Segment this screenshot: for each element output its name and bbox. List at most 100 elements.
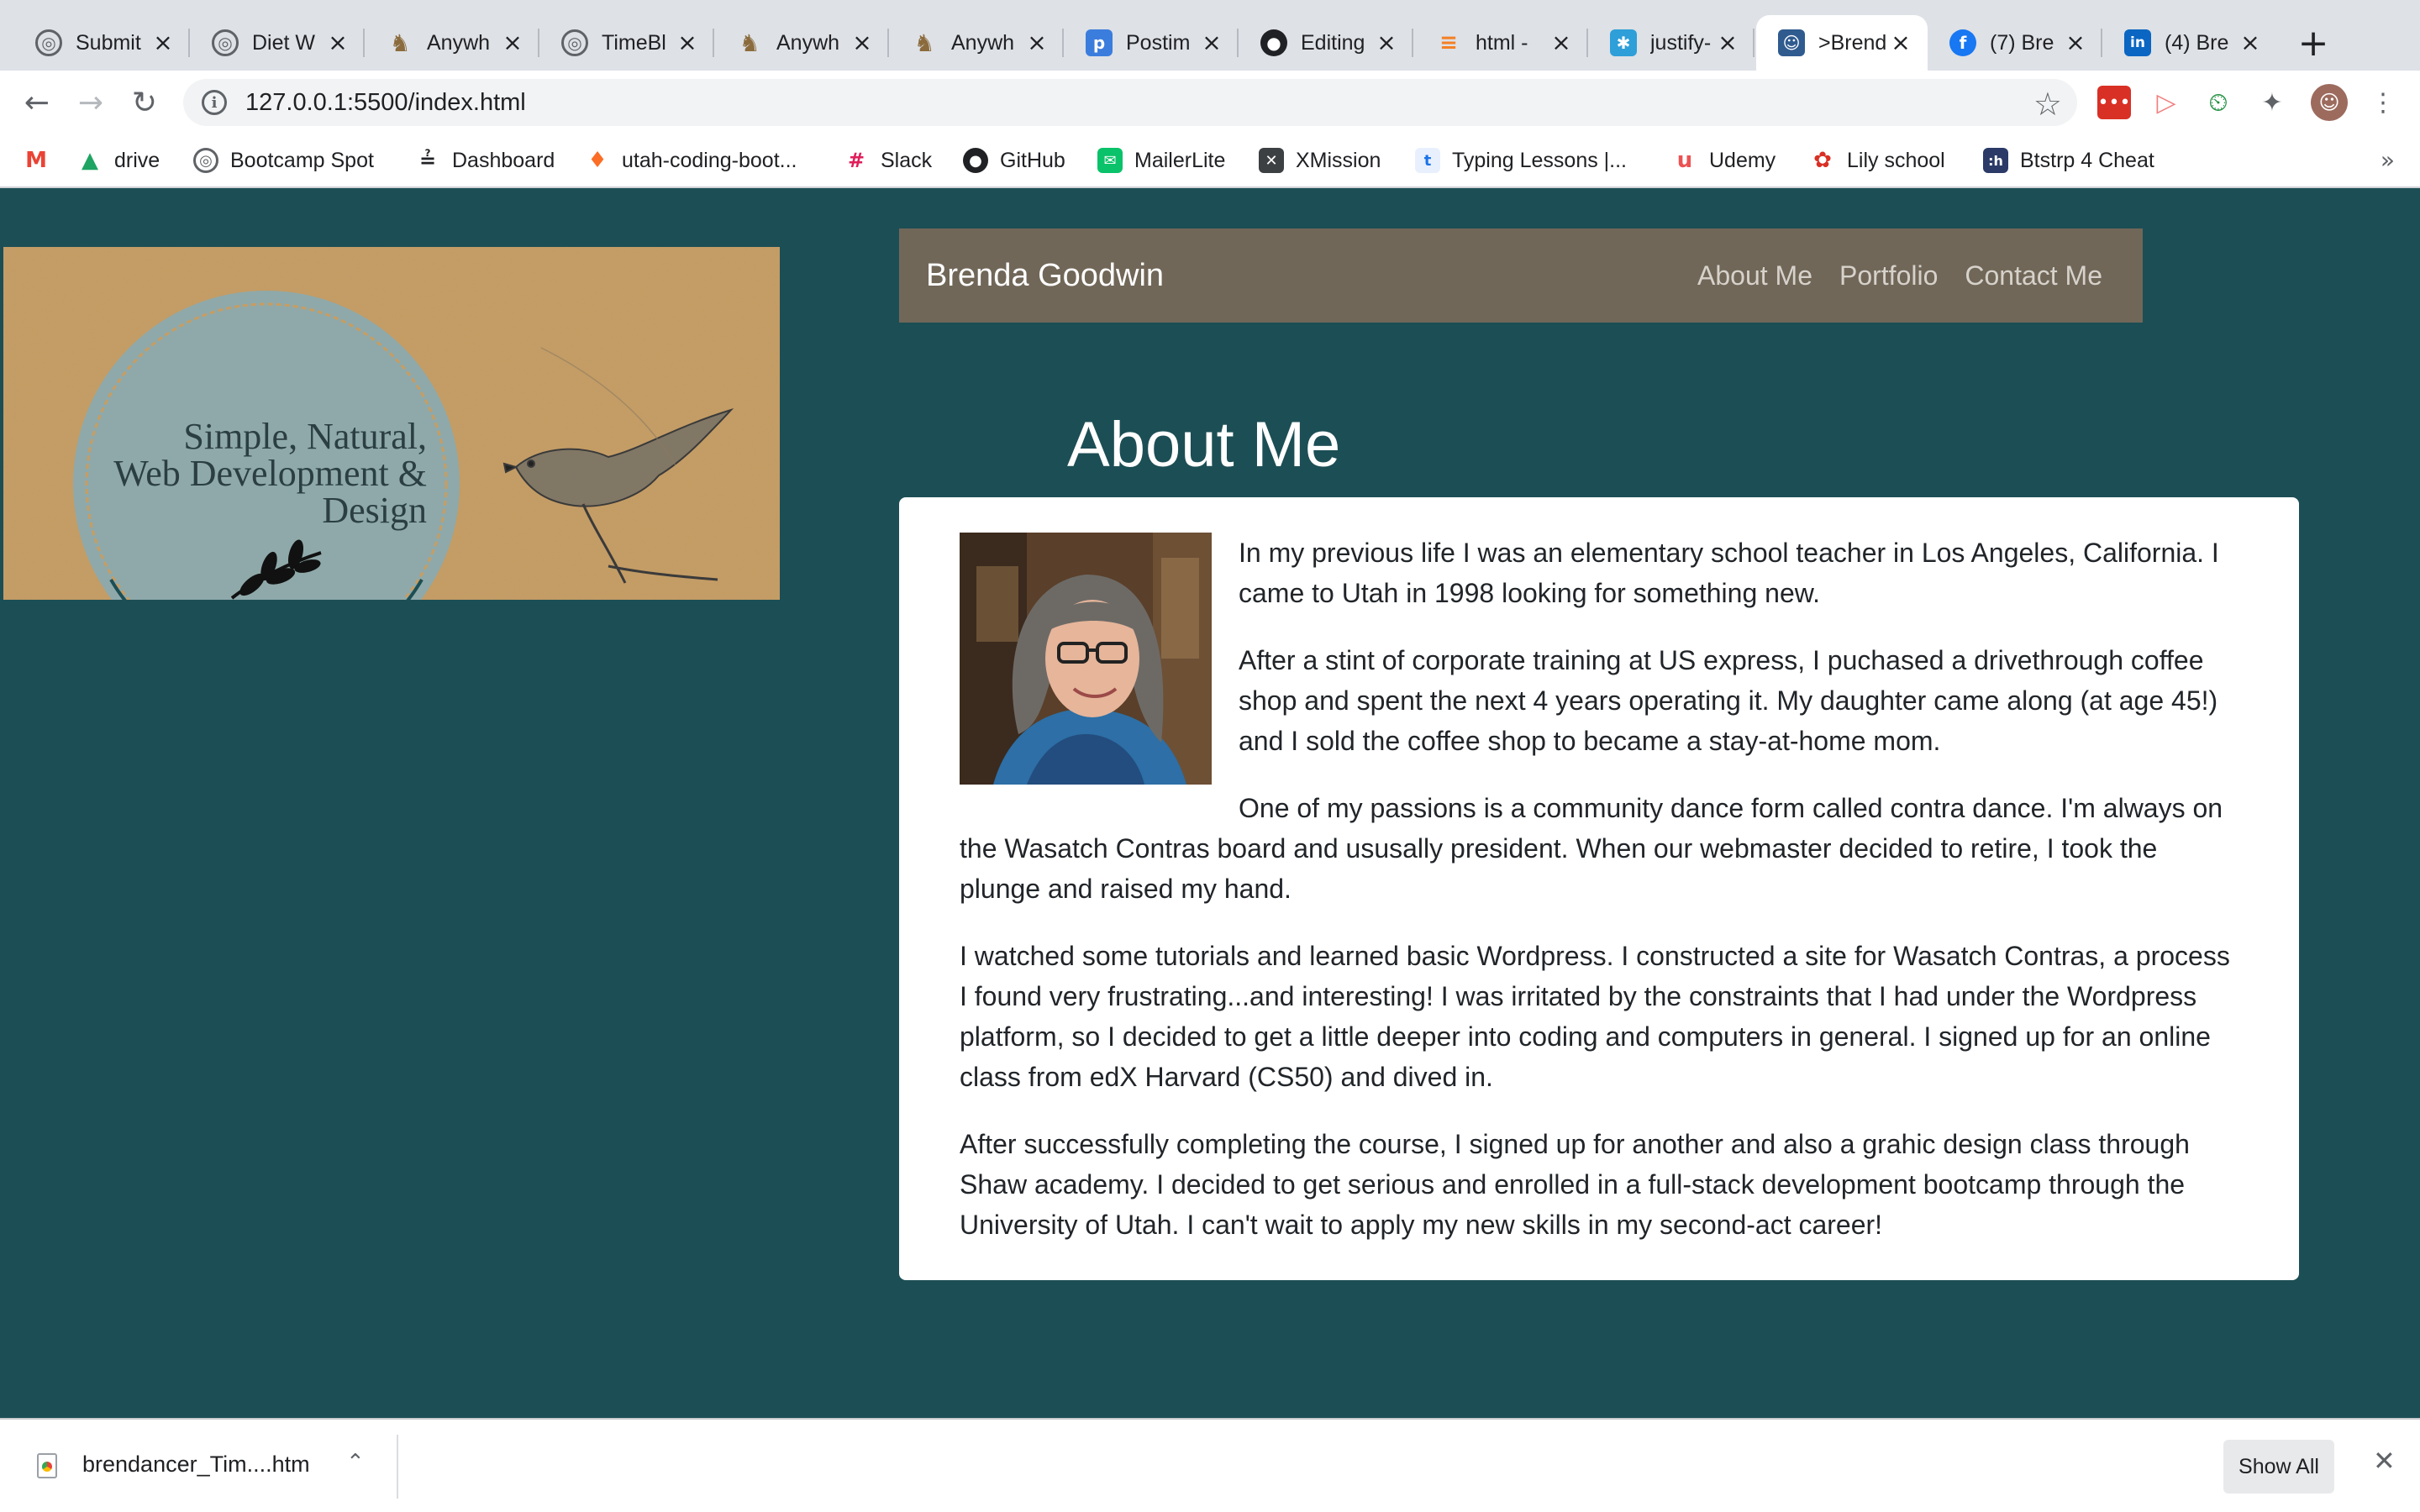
tab-title: >Brend xyxy=(1818,30,1887,55)
browser-tab-active[interactable]: ☺ >Brend × xyxy=(1756,15,1928,71)
bookmark-typing-lessons[interactable]: t Typing Lessons |... xyxy=(1415,144,1627,176)
bookmark-label: Dashboard xyxy=(452,148,555,172)
close-icon[interactable]: × xyxy=(1375,31,1398,55)
extension-timer-icon[interactable]: ⏲ xyxy=(2202,86,2235,119)
tab-title: Postim xyxy=(1126,30,1191,55)
chevron-up-icon[interactable]: ⌃ xyxy=(346,1450,365,1475)
bookmark-label: Typing Lessons |... xyxy=(1452,148,1627,172)
dashboard-icon: ≟ xyxy=(418,149,437,172)
globe-icon: ◎ xyxy=(35,29,62,56)
globe-icon: ◎ xyxy=(212,29,239,56)
tab-title: TimeBl xyxy=(602,30,666,55)
bookmark-label: Btstrp 4 Cheat xyxy=(2020,148,2154,172)
postimages-icon: p xyxy=(1086,29,1113,56)
info-icon[interactable]: i xyxy=(202,90,227,115)
bookmark-udemy[interactable]: u Udemy xyxy=(1672,144,1776,176)
browser-tab[interactable]: ◎ TimeBl × xyxy=(539,15,714,71)
nav-link-about-me[interactable]: About Me xyxy=(1697,260,1812,291)
close-icon[interactable]: × xyxy=(1889,31,1912,55)
nav-link-portfolio[interactable]: Portfolio xyxy=(1839,260,1938,291)
logo-line-1: Simple, Natural, xyxy=(183,416,427,457)
browser-tab[interactable]: ● Editing × xyxy=(1239,15,1413,71)
bookmark-github[interactable]: ● GitHub xyxy=(963,144,1065,176)
about-paragraph: I watched some tutorials and learned bas… xyxy=(960,941,2230,1092)
browser-tab[interactable]: ◎ Submit × xyxy=(13,15,190,71)
globe-icon: ◎ xyxy=(561,29,588,56)
close-icon[interactable]: × xyxy=(2064,31,2087,55)
extensions-puzzle-icon[interactable]: ✦ xyxy=(2255,86,2289,119)
bookmarks-overflow-button[interactable]: » xyxy=(2381,146,2395,174)
address-bar[interactable]: i 127.0.0.1:5500/index.html ☆ xyxy=(183,79,2077,126)
bookmark-label: Bootcamp Spot xyxy=(230,148,374,172)
github-icon: ● xyxy=(1260,29,1287,56)
globe-icon: ◎ xyxy=(193,148,218,173)
bookmark-label: MailerLite xyxy=(1134,148,1226,172)
new-tab-button[interactable]: + xyxy=(2292,22,2334,65)
bookmark-drive[interactable]: ▲ drive xyxy=(77,144,160,176)
bookmark-gmail[interactable]: M xyxy=(24,144,49,176)
tab-title: html - xyxy=(1476,30,1528,55)
browser-tab[interactable]: ♞ Anywh × xyxy=(365,15,539,71)
nav-link-contact-me[interactable]: Contact Me xyxy=(1965,260,2102,291)
browser-tab[interactable]: ✱ justify- × xyxy=(1588,15,1754,71)
download-file-name[interactable]: brendancer_Tim....htm xyxy=(82,1452,310,1478)
portrait-icon: ☺ xyxy=(1778,29,1805,56)
browser-tab[interactable]: p Postim × xyxy=(1064,15,1239,71)
bookmark-label: Lily school xyxy=(1847,148,1945,172)
close-icon[interactable]: × xyxy=(326,31,350,55)
browser-tab[interactable]: f (7) Bre × xyxy=(1928,15,2102,71)
profile-avatar-icon[interactable]: ☺ xyxy=(2311,84,2348,121)
browser-tab[interactable]: ♞ Anywh × xyxy=(889,15,1064,71)
show-all-button[interactable]: Show All xyxy=(2223,1440,2334,1494)
bookmark-dashboard[interactable]: ≟ Dashboard xyxy=(415,144,555,176)
web-page: Simple, Natural, Web Development & Desig… xyxy=(0,188,2420,1418)
extension-screencast-icon[interactable]: ▷ xyxy=(2149,86,2183,119)
browser-menu-icon[interactable]: ⋮ xyxy=(2366,86,2400,119)
bookmark-mailerlite[interactable]: ✉ MailerLite xyxy=(1097,144,1225,176)
close-icon[interactable]: × xyxy=(2238,31,2262,55)
close-icon[interactable]: × xyxy=(501,31,524,55)
bookmark-lily-school[interactable]: ✿ Lily school xyxy=(1810,144,1945,176)
sidebar-column: Simple, Natural, Web Development & Desig… xyxy=(0,188,845,743)
moose-icon: ♞ xyxy=(389,29,411,57)
browser-tab[interactable]: ◎ Diet W × xyxy=(190,15,365,71)
bookmark-label: utah-coding-boot... xyxy=(622,148,797,172)
browser-tab[interactable]: in (4) Bre × xyxy=(2102,15,2277,71)
forward-button[interactable]: → xyxy=(69,81,113,124)
navbar-brand[interactable]: Brenda Goodwin xyxy=(926,258,1164,294)
close-icon[interactable]: × xyxy=(1200,31,1223,55)
moose-icon: ♞ xyxy=(913,29,935,57)
about-paragraph: After successfully completing the course… xyxy=(960,1129,2190,1240)
browser-tab[interactable]: ≡ html - × xyxy=(1413,15,1588,71)
close-icon[interactable]: × xyxy=(676,31,699,55)
lily-icon: ✿ xyxy=(1813,148,1832,173)
bookmark-xmission[interactable]: ✕ XMission xyxy=(1259,144,1381,176)
close-icon[interactable]: × xyxy=(850,31,874,55)
browser-tab[interactable]: ♞ Anywh × xyxy=(714,15,889,71)
bookmark-bootstrap-cheat[interactable]: :h Btstrp 4 Cheat xyxy=(1983,144,2154,176)
page-title: About Me xyxy=(1067,409,1341,480)
bookmark-slack[interactable]: # Slack xyxy=(844,144,932,176)
typing-icon: t xyxy=(1415,148,1440,173)
facebook-icon: f xyxy=(1949,29,1976,56)
close-icon[interactable]: × xyxy=(151,31,175,55)
udemy-icon: u xyxy=(1676,148,1693,173)
bookmark-bootcamp-spot[interactable]: ◎ Bootcamp Spot xyxy=(193,144,374,176)
back-button[interactable]: ← xyxy=(15,81,59,124)
close-icon[interactable]: ✕ xyxy=(2373,1445,2396,1477)
linkedin-icon: in xyxy=(2124,29,2151,56)
tab-title: Anywh xyxy=(776,30,840,55)
tab-title: Editing xyxy=(1301,30,1365,55)
bookmark-star-icon[interactable]: ☆ xyxy=(2033,86,2062,123)
slack-icon: # xyxy=(847,149,865,172)
bookmark-gitlab[interactable]: ♦ utah-coding-boot... xyxy=(585,144,797,176)
url-text[interactable]: 127.0.0.1:5500/index.html xyxy=(245,89,526,117)
close-icon[interactable]: × xyxy=(1716,31,1739,55)
reload-button[interactable]: ↻ xyxy=(123,81,166,124)
tab-title: (7) Bre xyxy=(1990,30,2054,55)
extension-lastpass-icon[interactable]: ••• xyxy=(2097,86,2131,119)
close-icon[interactable]: × xyxy=(1025,31,1049,55)
profile-photo xyxy=(960,533,1212,785)
about-card: In my previous life I was an elementary … xyxy=(899,497,2299,1280)
close-icon[interactable]: × xyxy=(1549,31,1573,55)
